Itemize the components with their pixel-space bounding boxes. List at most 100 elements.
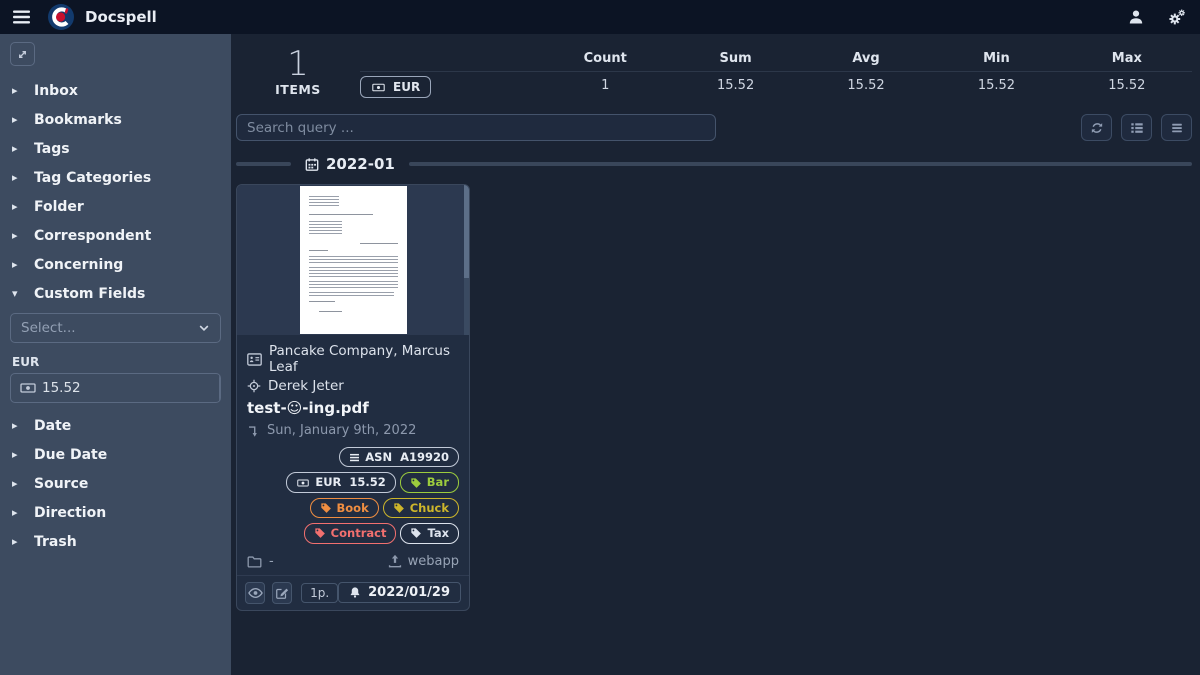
month-group-header: 2022-01 [236,155,1192,173]
item-title: test-☺-ing.pdf [247,399,459,417]
sidebar-item-custom-fields[interactable]: ▾ Custom Fields [0,279,231,308]
currency-badge: EUR [360,76,431,98]
sidebar-item-source[interactable]: ▸ Source [0,469,231,498]
bars-icon [1170,121,1184,135]
user-icon[interactable] [1128,9,1144,25]
caret-right-icon: ▸ [12,535,21,548]
document-thumbnail [300,186,407,334]
tag-list: ASN A19920 EUR 15.52 Bar [247,447,459,544]
folder-source-row: - webapp [247,554,459,569]
stats-header-count: Count [540,51,670,66]
tag-badge[interactable]: Book [310,498,379,518]
item-date-row: Sun, January 9th, 2022 [247,423,459,438]
menu-bars-button[interactable] [1161,114,1192,141]
tag-badge[interactable]: Tax [400,523,459,543]
list-view-button[interactable] [1121,114,1152,141]
folder-icon [247,555,262,568]
caret-right-icon: ▸ [12,171,21,184]
money-bill-icon [371,81,386,94]
tag-icon [314,527,326,539]
preview-scrollbar[interactable] [464,185,469,335]
bars-icon [349,452,360,463]
stats-header-sum: Sum [670,51,800,66]
sidebar-item-folder[interactable]: ▸ Folder [0,192,231,221]
sidebar-item-direction[interactable]: ▸ Direction [0,498,231,527]
custom-field-eur-value-input[interactable] [36,374,219,402]
bell-icon [349,586,361,599]
item-card[interactable]: Pancake Company, Marcus Leaf Derek Jeter… [236,184,470,611]
items-count-label: ITEMS [236,82,360,97]
tag-icon [410,527,422,539]
stats-header-min: Min [931,51,1061,66]
trash-icon[interactable] [219,374,221,402]
correspondent-row: Pancake Company, Marcus Leaf [247,343,459,375]
upload-icon [388,554,402,568]
card-footer: 1p. 2022/01/29 [237,575,469,610]
crosshairs-icon [247,379,261,393]
caret-down-icon: ▾ [12,287,21,300]
caret-right-icon: ▸ [12,84,21,97]
caret-right-icon: ▸ [12,419,21,432]
item-date: Sun, January 9th, 2022 [267,423,416,438]
sidebar-item-concerning[interactable]: ▸ Concerning [0,250,231,279]
app-title: Docspell [85,8,157,26]
tag-icon [410,477,422,489]
caret-right-icon: ▸ [12,477,21,490]
settings-gears-icon[interactable] [1168,9,1186,26]
tag-badge[interactable]: Bar [400,472,459,492]
caret-right-icon: ▸ [12,258,21,271]
refresh-button[interactable] [1081,114,1112,141]
correspondent-name: Pancake Company, Marcus Leaf [269,343,459,375]
divider [236,162,291,166]
stats-value-min: 15.52 [931,78,1061,93]
tag-badge[interactable]: Chuck [383,498,459,518]
eye-icon [248,587,263,599]
tag-icon [393,502,405,514]
page-count-badge: 1p. [301,583,338,603]
amount-badge: EUR 15.52 [286,472,395,492]
custom-field-select[interactable]: Select... [10,313,221,343]
sidebar-item-inbox[interactable]: ▸ Inbox [0,76,231,105]
sidebar-item-date[interactable]: ▸ Date [0,411,231,440]
items-count: 1 [236,47,360,83]
sidebar-item-tags[interactable]: ▸ Tags [0,134,231,163]
money-bill-icon [296,477,310,489]
divider [409,162,1192,166]
stats-value-count: 1 [540,78,670,93]
filter-sidebar: ▸ Inbox ▸ Bookmarks ▸ Tags ▸ Tag Categor… [0,34,231,675]
sidebar-item-correspondent[interactable]: ▸ Correspondent [0,221,231,250]
concerning-row: Derek Jeter [247,378,459,394]
stats-value-avg: 15.52 [801,78,931,93]
calendar-icon [305,157,319,172]
asn-badge: ASN A19920 [339,447,459,467]
search-input[interactable] [236,114,716,141]
sidebar-item-bookmarks[interactable]: ▸ Bookmarks [0,105,231,134]
concerning-name: Derek Jeter [268,378,344,394]
month-label: 2022-01 [326,155,395,173]
sidebar-item-due-date[interactable]: ▸ Due Date [0,440,231,469]
custom-field-eur-label: EUR [12,355,231,369]
view-item-button[interactable] [245,582,265,604]
chevron-down-icon [198,322,210,334]
edit-item-button[interactable] [272,582,292,604]
preview-scrollbar-thumb[interactable] [464,185,469,278]
main-area: 1 ITEMS Count Sum Avg Min Max [231,34,1200,675]
sidebar-item-trash[interactable]: ▸ Trash [0,527,231,556]
address-card-icon [247,353,262,366]
caret-right-icon: ▸ [12,200,21,213]
item-preview[interactable] [237,185,469,335]
list-icon [1130,121,1144,135]
search-bar [236,114,1192,141]
custom-field-eur-input-group [10,373,221,403]
caret-right-icon: ▸ [12,142,21,155]
stats-bar: 1 ITEMS Count Sum Avg Min Max [236,46,1192,98]
expand-sidebar-button[interactable] [10,42,35,66]
edit-icon [275,586,289,600]
folder-value: - [269,554,274,569]
stats-table: Count Sum Avg Min Max EUR [360,46,1192,98]
top-navbar: Docspell [0,0,1200,34]
tag-badge[interactable]: Contract [304,523,397,543]
menu-icon[interactable] [8,4,34,30]
sidebar-item-tag-categories[interactable]: ▸ Tag Categories [0,163,231,192]
stats-value-max: 15.52 [1062,78,1192,93]
